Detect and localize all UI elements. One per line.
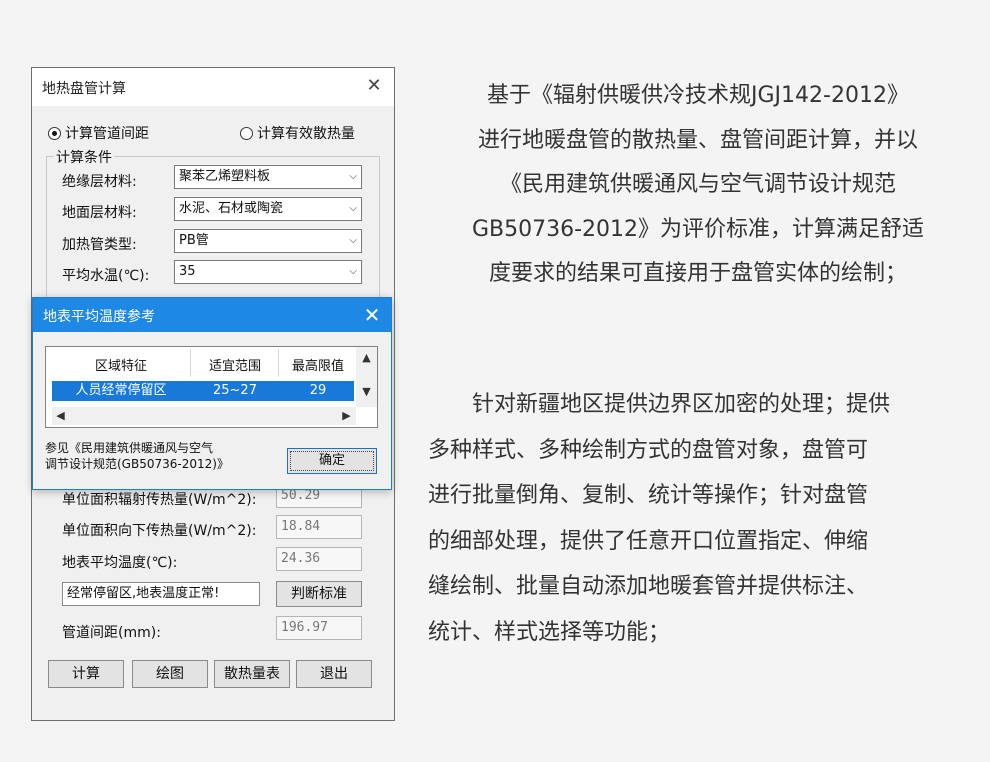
column-divider: [190, 349, 191, 377]
judge-standard-button[interactable]: 判断标准: [276, 581, 362, 607]
cell-max: 29: [309, 383, 327, 398]
radio-calc-spacing-label: 计算管道间距: [65, 126, 149, 142]
reference-note-line: 调节设计规范(GB50736-2012)》: [45, 457, 229, 471]
surface-value: 水泥、石材或陶瓷: [179, 201, 284, 216]
calc-button[interactable]: 计算: [48, 660, 124, 688]
description-line: 缝绘制、批量自动添加地暖套管并提供标注、: [428, 574, 869, 599]
draw-button[interactable]: 绘图: [132, 660, 208, 688]
chevron-down-icon: ⌵: [349, 266, 357, 277]
downward-heat-field: 18.84: [276, 515, 362, 539]
pipe-type-label: 加热管类型:: [62, 237, 137, 253]
window-title: 地热盘管计算: [42, 81, 126, 97]
pipe-type-select[interactable]: PB管 ⌵: [174, 229, 362, 253]
reference-list[interactable]: 区域特征 适宜范围 最高限值 人员经常停留区 25~27 29 ▲ ▼ ◀ ▶: [45, 346, 378, 428]
description-line: 针对新疆地区提供边界区加密的处理；提供: [428, 392, 891, 417]
conditions-group-label: 计算条件: [54, 147, 114, 167]
insulation-select[interactable]: 聚苯乙烯塑料板 ⌵: [174, 165, 362, 189]
description-line: 《民用建筑供暖通风与空气调节设计规范: [499, 172, 896, 197]
window-titlebar: 地热盘管计算 ✕: [32, 68, 394, 106]
insulation-label: 绝缘层材料:: [62, 174, 137, 190]
description-line: 进行地暖盘管的散热量、盘管间距计算，并以: [477, 127, 918, 153]
radio-calc-heat[interactable]: 计算有效散热量: [240, 123, 355, 143]
dialog-titlebar: 地表平均温度参考 ✕: [33, 298, 391, 332]
radio-calc-heat-label: 计算有效散热量: [257, 126, 355, 142]
description-line: 的细部处理，提供了任意开口位置指定、伸缩: [428, 528, 869, 554]
dialog-title: 地表平均温度参考: [43, 309, 155, 325]
column-header-max[interactable]: 最高限值: [280, 355, 356, 374]
status-message: 经常停留区,地表温度正常!: [62, 582, 260, 606]
chevron-down-icon[interactable]: ▼: [356, 385, 377, 398]
chevron-down-icon: ⌵: [349, 171, 357, 182]
description-line: 度要求的结果可直接用于盘管实体的绘制；: [488, 261, 907, 286]
chevron-down-icon: ⌵: [349, 203, 357, 214]
radio-calc-spacing[interactable]: 计算管道间距: [48, 123, 149, 143]
description-paragraph-2: 针对新疆地区提供边界区加密的处理；提供 多种样式、多种绘制方式的盘管对象，盘管可…: [428, 382, 968, 655]
ok-button[interactable]: 确定: [287, 448, 377, 474]
surface-label: 地面层材料:: [62, 205, 137, 221]
water-temp-value: 35: [179, 264, 196, 279]
chevron-down-icon: ⌵: [349, 235, 357, 246]
pipe-spacing-field: 196.97: [276, 616, 362, 640]
surface-temp-field: 24.36: [276, 547, 362, 571]
water-temp-label: 平均水温(℃):: [62, 268, 150, 284]
radiant-heat-label: 单位面积辐射传热量(W/m^2):: [62, 492, 257, 508]
insulation-value: 聚苯乙烯塑料板: [179, 169, 271, 184]
downward-heat-label: 单位面积向下传热量(W/m^2):: [62, 523, 257, 539]
reference-note: 参见《民用建筑供暖通风与空气 调节设计规范(GB50736-2012)》: [45, 440, 229, 472]
chevron-right-icon[interactable]: ▶: [336, 409, 357, 422]
vertical-scrollbar[interactable]: ▲ ▼: [356, 347, 377, 407]
chevron-left-icon[interactable]: ◀: [50, 409, 71, 422]
column-divider: [278, 349, 279, 377]
close-icon[interactable]: ✕: [362, 74, 386, 98]
table-row[interactable]: 人员经常停留区 25~27 29: [52, 381, 354, 401]
surface-select[interactable]: 水泥、石材或陶瓷 ⌵: [174, 197, 362, 221]
horizontal-scrollbar[interactable]: ◀ ▶: [52, 407, 356, 425]
pipe-type-value: PB管: [179, 233, 209, 248]
surface-temp-reference-dialog: 地表平均温度参考 ✕ 区域特征 适宜范围 最高限值 人员经常停留区 25~27 …: [32, 297, 392, 490]
description-line: 统计、样式选择等功能；: [428, 619, 671, 645]
heat-table-button[interactable]: 散热量表: [214, 660, 290, 688]
column-header-region[interactable]: 区域特征: [52, 355, 190, 374]
cell-range: 25~27: [213, 383, 257, 398]
description-paragraph-1: 基于《辐射供暖供冷技术规JGJ142-2012》 进行地暖盘管的散热量、盘管间距…: [428, 74, 968, 297]
close-icon[interactable]: ✕: [359, 302, 385, 328]
description-line: 基于《辐射供暖供冷技术规JGJ142-2012》: [487, 83, 909, 108]
exit-button[interactable]: 退出: [296, 660, 372, 688]
water-temp-select[interactable]: 35 ⌵: [174, 260, 362, 284]
radio-checked-icon: [48, 126, 61, 140]
surface-temp-label: 地表平均温度(℃):: [62, 555, 178, 571]
cell-region: 人员经常停留区: [75, 383, 167, 398]
column-header-range[interactable]: 适宜范围: [192, 355, 278, 374]
radio-unchecked-icon: [240, 126, 253, 140]
pipe-spacing-label: 管道间距(mm):: [62, 625, 161, 641]
chevron-up-icon[interactable]: ▲: [356, 351, 377, 364]
reference-note-line: 参见《民用建筑供暖通风与空气: [45, 441, 214, 455]
description-line: 进行批量倒角、复制、统计等操作；针对盘管: [428, 483, 869, 508]
description-line: GB50736-2012》为评价标准，计算满足舒适: [471, 216, 925, 242]
description-line: 多种样式、多种绘制方式的盘管对象，盘管可: [428, 437, 869, 463]
